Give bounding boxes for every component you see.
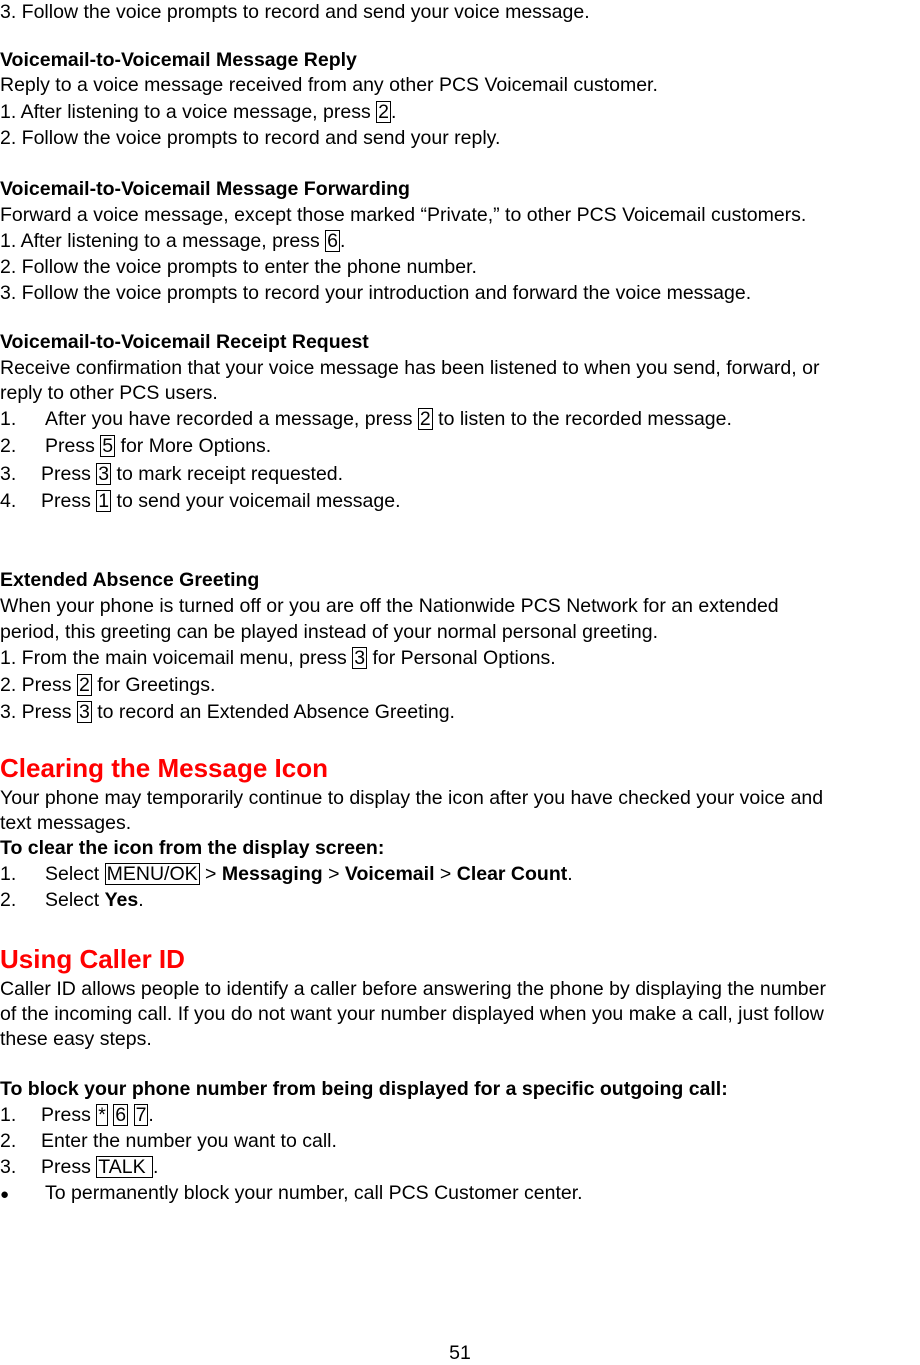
menu-voicemail: Voicemail: [344, 863, 435, 885]
caller-id-subheading: To block your phone number from being di…: [0, 1078, 728, 1100]
forwarding-heading: Voicemail-to-Voicemail Message Forwardin…: [0, 178, 410, 200]
caller-id-step-2: 2. Enter the number you want to call.: [0, 1129, 337, 1153]
absence-step-2: 2. Press 2 for Greetings.: [0, 673, 215, 697]
clearing-step-1: 1. Select MENU/OK > Messaging > Voicemail…: [0, 862, 573, 886]
caller-id-description-line-3: these easy steps.: [0, 1028, 152, 1050]
step-text: to listen to the recorded message.: [432, 408, 732, 430]
bullet-text: To permanently block your number, call P…: [45, 1182, 583, 1204]
step-text: .: [390, 101, 397, 123]
clearing-subheading: To clear the icon from the display scree…: [0, 837, 385, 859]
key-2: 2: [76, 674, 92, 696]
step-text: 1. From the main voicemail menu, press: [0, 647, 353, 669]
key-2: 2: [376, 101, 391, 123]
step-text: Press: [41, 1104, 97, 1126]
reply-heading: Voicemail-to-Voicemail Message Reply: [0, 49, 357, 71]
step-text: to send your voicemail message.: [111, 490, 401, 512]
step-text: .: [148, 1104, 154, 1126]
step-number: 4.: [0, 490, 17, 512]
step-text: Enter the number you want to call.: [41, 1130, 337, 1152]
clearing-description-line-2: text messages.: [0, 812, 132, 834]
caller-id-description-line-1: Caller ID allows people to identify a ca…: [0, 978, 826, 1000]
receipt-step-1: 1. After you have recorded a message, pre…: [0, 407, 732, 431]
key-1: 1: [96, 490, 112, 512]
separator: >: [199, 863, 222, 885]
step-text: After you have recorded a message, press: [45, 408, 418, 430]
step-text: to record an Extended Absence Greeting.: [91, 701, 455, 723]
caller-id-bullet: ● To permanently block your number, call …: [0, 1181, 583, 1207]
step-number: 2.: [0, 889, 17, 911]
forwarding-step-3: 3. Follow the voice prompts to record yo…: [0, 282, 752, 304]
step-text: 1. After listening to a message, press: [0, 230, 326, 252]
forwarding-step-1: 1. After listening to a message, press 6…: [0, 229, 345, 253]
key-6: 6: [113, 1104, 129, 1126]
step-number: 3.: [0, 1156, 17, 1178]
step-text: .: [340, 230, 346, 252]
step-number: 2.: [0, 1130, 17, 1152]
forwarding-description: Forward a voice message, except those ma…: [0, 204, 807, 226]
step-text: 1. After listening to a voice message, p…: [0, 101, 377, 123]
step-text: Select: [45, 889, 105, 911]
clearing-step-2: 2. Select Yes.: [0, 888, 144, 912]
step-text: Press: [45, 435, 101, 457]
step-text: .: [138, 889, 144, 911]
clearing-description-line-1: Your phone may temporarily continue to d…: [0, 787, 824, 809]
absence-description-line-1: When your phone is turned off or you are…: [0, 595, 779, 617]
step-text: for More Options.: [115, 435, 272, 457]
step-number: 1.: [0, 863, 17, 885]
absence-description-line-2: period, this greeting can be played inst…: [0, 621, 658, 643]
key-7: 7: [133, 1104, 149, 1126]
step-text: Press: [41, 463, 97, 485]
key-3: 3: [96, 463, 112, 485]
menu-messaging: Messaging: [221, 863, 323, 885]
step-text: Press: [41, 490, 97, 512]
reply-description: Reply to a voice message received from a…: [0, 74, 658, 96]
separator: >: [322, 863, 345, 885]
receipt-step-4: 4. Press 1 to send your voicemail message…: [0, 489, 401, 513]
caller-id-step-1: 1. Press * 6 7.: [0, 1103, 154, 1127]
step-text: Press: [41, 1156, 97, 1178]
caller-id-description-line-2: of the incoming call. If you do not want…: [0, 1003, 824, 1025]
step-text: .: [153, 1156, 159, 1178]
option-yes: Yes: [104, 889, 139, 911]
key-talk: TALK: [96, 1156, 154, 1178]
step-text: 2. Press: [0, 674, 77, 696]
key-2: 2: [417, 408, 433, 430]
receipt-description-line-2: reply to other PCS users.: [0, 382, 218, 404]
key-menu-ok: MENU/OK: [104, 863, 200, 885]
receipt-step-2: 2. Press 5 for More Options.: [0, 434, 271, 458]
key-5: 5: [100, 435, 116, 457]
receipt-step-3: 3. Press 3 to mark receipt requested.: [0, 462, 343, 486]
bullet-icon: ●: [0, 1186, 10, 1203]
step-text: to mark receipt requested.: [111, 463, 344, 485]
step-text: Select: [45, 863, 105, 885]
key-3: 3: [76, 701, 92, 723]
caller-id-heading: Using Caller ID: [0, 944, 185, 974]
step-number: 3.: [0, 463, 17, 485]
receipt-heading: Voicemail-to-Voicemail Receipt Request: [0, 331, 369, 353]
absence-step-1: 1. From the main voicemail menu, press 3…: [0, 646, 556, 670]
step-number: 1.: [0, 1104, 17, 1126]
step-text: 3. Press: [0, 701, 77, 723]
menu-clear-count: Clear Count: [456, 863, 568, 885]
step-number: 1.: [0, 408, 17, 430]
key-star: *: [96, 1104, 108, 1126]
reply-step-1: 1. After listening to a voice message, p…: [0, 100, 396, 124]
receipt-description-line-1: Receive confirmation that your voice mes…: [0, 357, 820, 379]
step-number: 2.: [0, 435, 17, 457]
intro-step-3: 3. Follow the voice prompts to record an…: [0, 1, 590, 23]
key-3: 3: [352, 647, 368, 669]
step-text: .: [567, 863, 573, 885]
key-6: 6: [325, 230, 341, 252]
caller-id-step-3: 3. Press TALK .: [0, 1155, 158, 1179]
absence-step-3: 3. Press 3 to record an Extended Absence…: [0, 700, 455, 724]
reply-step-2: 2. Follow the voice prompts to record an…: [0, 127, 501, 149]
forwarding-step-2: 2. Follow the voice prompts to enter the…: [0, 256, 477, 278]
step-text: for Personal Options.: [367, 647, 556, 669]
absence-heading: Extended Absence Greeting: [0, 569, 260, 591]
page-number: 51: [449, 1342, 471, 1364]
clearing-heading: Clearing the Message Icon: [0, 753, 328, 783]
step-text: for Greetings.: [91, 674, 216, 696]
separator: >: [434, 863, 457, 885]
